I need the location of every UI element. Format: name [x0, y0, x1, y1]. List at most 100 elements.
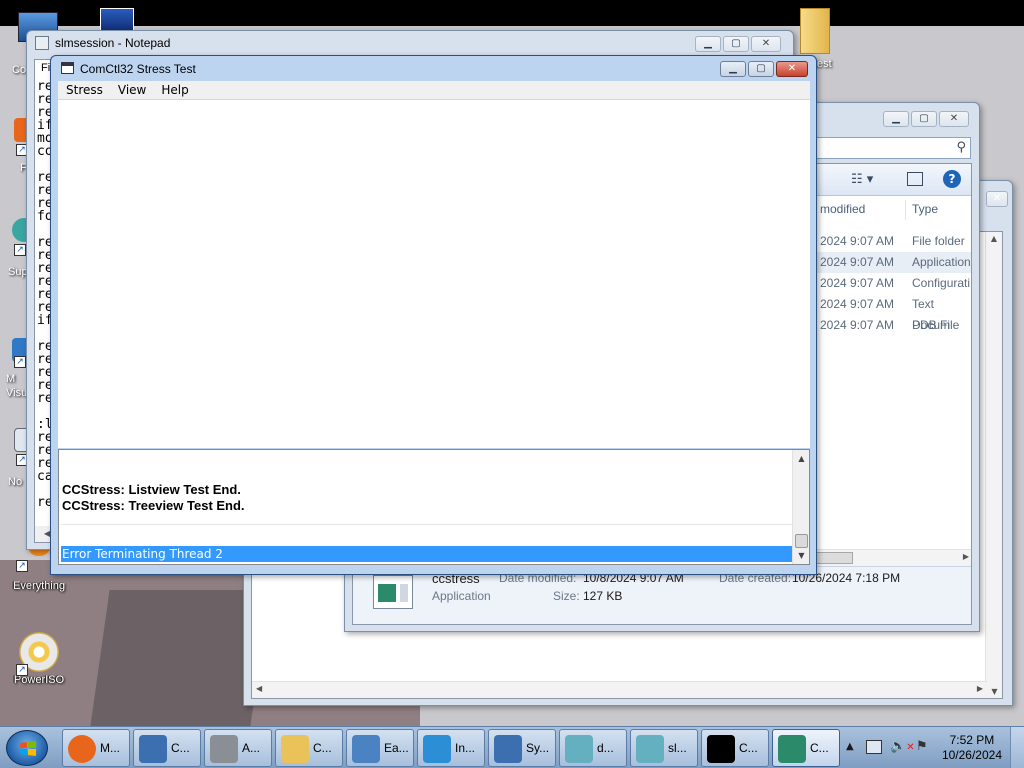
scroll-down-icon[interactable]: ▼ — [793, 547, 809, 564]
scroll-up-icon[interactable]: ▲ — [986, 234, 1002, 243]
network-icon[interactable] — [866, 740, 882, 754]
minimize-button[interactable]: ▁ — [720, 61, 746, 77]
file-date: 2024 9:07 AM — [820, 318, 895, 332]
clock-date: 10/26/2024 — [941, 748, 1002, 762]
notepad-titlebar[interactable]: slmsession - Notepad ▁ ▢ ✕ — [27, 31, 793, 55]
scroll-left-icon[interactable]: ◀ — [256, 684, 262, 693]
file-type: File folder — [912, 234, 965, 248]
desktop-icon-label: Sup — [8, 266, 28, 278]
taskbar-button-label: In... — [455, 741, 476, 755]
application-icon — [373, 575, 413, 609]
column-type[interactable]: Type — [912, 197, 938, 221]
action-center-flag-icon[interactable]: ⚑ — [916, 739, 928, 754]
taskbar-button[interactable]: M... — [62, 729, 130, 767]
close-button[interactable]: ✕ — [986, 191, 1008, 207]
search-input[interactable]: ⚲ — [815, 137, 971, 159]
taskbar-button-label: sl... — [668, 741, 687, 755]
scroll-right-icon[interactable]: ▶ — [977, 684, 983, 693]
stress-test-window[interactable]: ComCtl32 Stress Test ▁ ▢ ✕ Stress View H… — [50, 55, 817, 575]
system-tray: ▲ 🔈✕ ⚑ 7:52 PM 10/26/2024 — [840, 727, 1024, 768]
log-line[interactable] — [61, 530, 792, 546]
windows-update-icon — [423, 735, 451, 763]
log-line[interactable]: CCStress: Listview Test End. — [61, 482, 792, 498]
folder-icon — [800, 8, 830, 54]
log-line-selected[interactable]: Error Terminating Thread 2 — [61, 546, 792, 562]
maximize-button[interactable]: ▢ — [723, 36, 749, 52]
file-date: 2024 9:07 AM — [820, 234, 895, 248]
computer-icon — [139, 735, 167, 763]
file-date: 2024 9:07 AM — [820, 276, 895, 290]
shortcut-arrow-icon: ↗ — [14, 244, 26, 256]
maximize-button[interactable]: ▢ — [748, 61, 774, 77]
stress-log-listbox[interactable]: CCStress: Listview Test End. CCStress: T… — [58, 449, 810, 565]
preview-pane-icon[interactable] — [907, 172, 923, 186]
clock[interactable]: 7:52 PM 10/26/2024 — [942, 733, 1002, 763]
menu-help[interactable]: Help — [153, 81, 195, 99]
show-hidden-icons-icon[interactable]: ▲ — [846, 741, 854, 752]
close-button[interactable]: ✕ — [751, 36, 781, 52]
cmd-icon — [707, 735, 735, 763]
minimize-button[interactable]: ▁ — [883, 111, 909, 127]
taskbar-button[interactable]: In... — [417, 729, 485, 767]
horizontal-scrollbar[interactable]: ◀ ▶ — [252, 681, 987, 698]
column-divider[interactable] — [905, 200, 906, 220]
shortcut-arrow-icon: ↗ — [14, 356, 26, 368]
menu-view[interactable]: View — [110, 81, 153, 99]
help-icon[interactable]: ? — [943, 170, 961, 188]
top-black-strip — [0, 0, 1024, 26]
shortcut-arrow-icon: ↗ — [16, 560, 28, 572]
desktop-icon-label: PowerISO — [13, 674, 65, 686]
taskbar-button[interactable]: C... — [133, 729, 201, 767]
caption-buttons: ✕ — [984, 191, 1008, 207]
file-date: 2024 9:07 AM — [820, 297, 895, 311]
system-icon — [494, 735, 522, 763]
scroll-down-icon[interactable]: ▼ — [986, 687, 1003, 696]
taskbar-button-label: C... — [313, 741, 332, 755]
close-button[interactable]: ✕ — [776, 61, 808, 77]
taskbar-button-label: d... — [597, 741, 614, 755]
show-desktop-button[interactable] — [1010, 727, 1024, 768]
scroll-up-icon[interactable]: ▲ — [793, 450, 809, 467]
taskbar-button[interactable]: Sy... — [488, 729, 556, 767]
vertical-scrollbar[interactable]: ▲ ▼ — [985, 232, 1002, 698]
taskbar-button[interactable]: Ea... — [346, 729, 414, 767]
file-type: Application — [912, 255, 971, 269]
close-button[interactable]: ✕ — [939, 111, 969, 127]
notepad-icon — [565, 735, 593, 763]
column-date-modified[interactable]: modified — [820, 197, 865, 221]
maximize-button[interactable]: ▢ — [911, 111, 937, 127]
menu-stress[interactable]: Stress — [58, 81, 110, 99]
app-window-icon — [61, 62, 74, 74]
taskbar-button[interactable]: d... — [559, 729, 627, 767]
start-button[interactable] — [6, 730, 48, 766]
desktop-icon-label: Co — [12, 64, 27, 76]
log-line[interactable]: CCStress: Treeview Test End. — [61, 498, 792, 514]
file-type: Configurati — [912, 276, 971, 290]
volume-muted-icon[interactable]: 🔈✕ — [890, 739, 915, 754]
file-date: 2024 9:07 AM — [820, 255, 895, 269]
search-icon[interactable]: ⚲ — [956, 140, 966, 155]
caption-buttons: ▁ ▢ ✕ — [693, 36, 781, 52]
taskbar-button[interactable]: C... — [701, 729, 769, 767]
caption-buttons: ▁ ▢ ✕ — [718, 61, 808, 77]
taskbar-button[interactable]: C... — [275, 729, 343, 767]
taskbar-button-label: M... — [100, 741, 120, 755]
notepad-title: slmsession - Notepad — [55, 36, 171, 50]
taskbar-button-label: Sy... — [526, 741, 550, 755]
minimize-button[interactable]: ▁ — [695, 36, 721, 52]
notepad-icon — [636, 735, 664, 763]
app-window-icon — [778, 735, 806, 763]
log-line[interactable] — [61, 462, 792, 478]
taskbar-button[interactable]: sl... — [630, 729, 698, 767]
view-options-icon[interactable]: ☷ ▾ — [851, 172, 873, 187]
log-vertical-scrollbar[interactable]: ▲ ▼ — [792, 450, 809, 564]
scroll-right-icon[interactable]: ▶ — [963, 552, 969, 561]
stress-titlebar[interactable]: ComCtl32 Stress Test ▁ ▢ ✕ — [51, 56, 816, 80]
scroll-thumb[interactable] — [795, 534, 808, 548]
desktop-icon-label: No — [8, 476, 23, 488]
windows-logo-icon — [20, 741, 36, 756]
taskbar-button[interactable]: A... — [204, 729, 272, 767]
taskbar-button[interactable]: C... — [772, 729, 840, 767]
log-separator — [61, 524, 792, 525]
desktop-icon-poweriso[interactable]: ↗ PowerISO — [2, 632, 76, 686]
